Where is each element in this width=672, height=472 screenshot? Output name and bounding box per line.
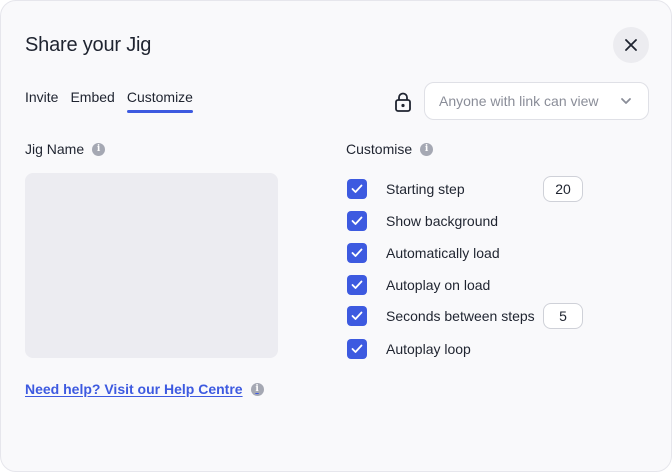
tab-customize[interactable]: Customize — [126, 89, 194, 113]
option-autoplay-on-load: Autoplay on load — [347, 274, 490, 296]
link-access-dropdown[interactable]: Anyone with link can view — [424, 82, 649, 120]
option-seconds-between-steps: Seconds between steps — [347, 305, 535, 327]
jig-name-label: Jig Name i — [25, 141, 106, 157]
automatically-load-label: Automatically load — [386, 245, 500, 261]
autoplay-loop-label: Autoplay loop — [386, 341, 471, 357]
checkmark-icon — [351, 248, 363, 257]
tab-embed[interactable]: Embed — [70, 89, 114, 113]
seconds-between-steps-label: Seconds between steps — [386, 308, 535, 324]
help-centre-link[interactable]: Need help? Visit our Help Centre i — [25, 381, 264, 397]
dialog-title: Share your Jig — [25, 34, 152, 56]
help-centre-link-text[interactable]: Need help? Visit our Help Centre — [25, 381, 243, 397]
customise-label: Customise i — [346, 141, 434, 157]
tab-invite[interactable]: Invite — [25, 89, 58, 113]
customise-label-text: Customise — [346, 141, 413, 157]
starting-step-input[interactable] — [543, 176, 583, 202]
checkmark-icon — [351, 311, 363, 320]
jig-name-label-text: Jig Name — [25, 141, 85, 157]
checkmark-icon — [351, 184, 363, 193]
autoplay-loop-checkbox[interactable] — [347, 339, 367, 359]
info-icon[interactable]: i — [250, 382, 264, 396]
show-background-checkbox[interactable] — [347, 211, 367, 231]
automatically-load-checkbox[interactable] — [347, 243, 367, 263]
seconds-between-steps-input[interactable] — [543, 303, 583, 329]
jig-preview — [25, 173, 278, 358]
option-starting-step: Starting step — [347, 178, 465, 200]
autoplay-on-load-checkbox[interactable] — [347, 275, 367, 295]
option-autoplay-loop: Autoplay loop — [347, 338, 471, 360]
share-dialog: Share your Jig Invite Embed Customize An… — [0, 0, 672, 472]
option-automatically-load: Automatically load — [347, 242, 500, 264]
close-icon — [625, 39, 637, 51]
autoplay-on-load-label: Autoplay on load — [386, 277, 491, 293]
close-button[interactable] — [613, 27, 649, 63]
starting-step-checkbox[interactable] — [347, 179, 367, 199]
info-icon[interactable]: i — [420, 142, 434, 156]
chevron-down-icon — [621, 98, 631, 104]
info-icon[interactable]: i — [92, 142, 106, 156]
link-access-value: Anyone with link can view — [439, 93, 599, 109]
share-tabs: Invite Embed Customize — [25, 89, 194, 113]
checkmark-icon — [351, 280, 363, 289]
lock-icon — [395, 92, 411, 112]
seconds-between-steps-checkbox[interactable] — [347, 306, 367, 326]
option-show-background: Show background — [347, 210, 498, 232]
checkmark-icon — [351, 344, 363, 353]
checkmark-icon — [351, 216, 363, 225]
starting-step-label: Starting step — [386, 181, 465, 197]
show-background-label: Show background — [386, 213, 499, 229]
